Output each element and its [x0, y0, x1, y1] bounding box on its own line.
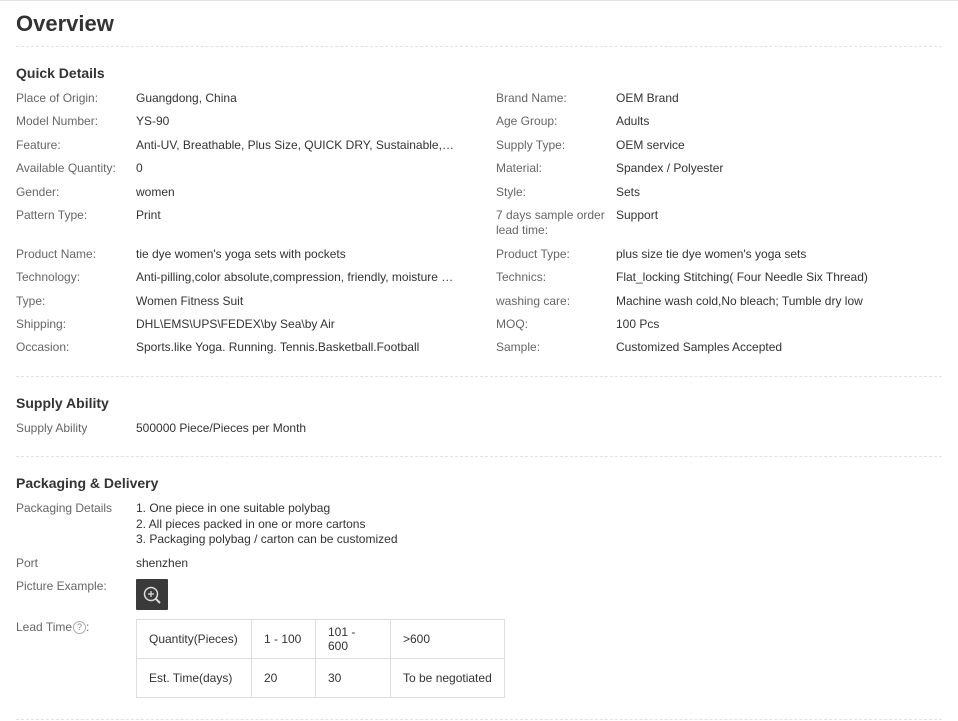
supply-ability-heading: Supply Ability [16, 395, 109, 411]
detail-value: 0 [136, 161, 143, 175]
detail-value: DHL\EMS\UPS\FEDEX\by Sea\by Air [136, 317, 335, 331]
detail-value: plus size tie dye women's yoga sets [616, 247, 807, 261]
detail-value: Customized Samples Accepted [616, 340, 783, 354]
detail-value: Sports.like Yoga. Running. Tennis.Basket… [136, 340, 420, 354]
supply-ability-label: Supply Ability [16, 421, 88, 435]
divider [16, 719, 942, 720]
lead-time-table: Quantity(Pieces) 1 - 100 101 - 600 >600 … [136, 619, 505, 698]
detail-label: Product Type: [496, 247, 570, 261]
divider [16, 456, 942, 457]
detail-value: Flat_locking Stitching( Four Needle Six … [616, 270, 868, 284]
picture-example-thumbnail[interactable] [136, 579, 168, 610]
detail-value: YS-90 [136, 114, 170, 128]
detail-label: Occasion: [16, 340, 70, 354]
detail-value: Women Fitness Suit [136, 294, 244, 308]
table-cell: Est. Time(days) [136, 658, 252, 698]
divider [16, 376, 942, 377]
detail-label: Place of Origin: [16, 91, 99, 105]
detail-label: Shipping: [16, 317, 67, 331]
detail-value: women [136, 185, 175, 199]
port-value: shenzhen [136, 556, 189, 570]
detail-label: Material: [496, 161, 543, 175]
lead-time-label: Lead Time [16, 620, 73, 634]
table-row: Est. Time(days) 20 30 To be negotiated [136, 658, 505, 698]
detail-label: Available Quantity: [16, 161, 116, 175]
divider [16, 46, 942, 47]
question-circle-icon[interactable]: ? [73, 621, 87, 635]
supply-ability-value: 500000 Piece/Pieces per Month [136, 421, 307, 435]
detail-label: Supply Type: [496, 138, 566, 152]
table-cell: >600 [390, 619, 505, 659]
detail-label: Sample: [496, 340, 541, 354]
table-cell: Quantity(Pieces) [136, 619, 252, 659]
detail-label: Feature: [16, 138, 61, 152]
port-label: Port [16, 556, 39, 570]
detail-label: Technics: [496, 270, 547, 284]
table-cell: 101 - 600 [315, 619, 391, 659]
detail-label: Brand Name: [496, 91, 567, 105]
detail-label: Pattern Type: [16, 208, 88, 222]
detail-value: 100 Pcs [616, 317, 660, 331]
detail-value: Anti-pilling,color absolute,compression,… [136, 270, 456, 284]
table-cell: 20 [251, 658, 316, 698]
packaging-details-value: 1. One piece in one suitable polybag 2. … [136, 501, 398, 548]
detail-value: Machine wash cold,No bleach; Tumble dry … [616, 294, 863, 308]
table-cell: To be negotiated [390, 658, 505, 698]
table-row: Quantity(Pieces) 1 - 100 101 - 600 >600 [136, 619, 505, 659]
detail-label: Style: [496, 185, 527, 199]
detail-label: Age Group: [496, 114, 558, 128]
packaging-details-label: Packaging Details [16, 501, 113, 515]
detail-value: Spandex / Polyester [616, 161, 724, 175]
detail-value: Adults [616, 114, 650, 128]
table-cell: 1 - 100 [251, 619, 316, 659]
detail-label: 7 days sample order lead time: [496, 208, 605, 237]
picture-example-label: Picture Example: [16, 579, 107, 593]
detail-label: Gender: [16, 185, 60, 199]
packaging-line: 1. One piece in one suitable polybag [136, 501, 331, 515]
detail-value: Sets [616, 185, 641, 199]
table-cell: 30 [315, 658, 391, 698]
detail-value: Guangdong, China [136, 91, 237, 105]
detail-value: Print [136, 208, 161, 222]
detail-value: Anti-UV, Breathable, Plus Size, QUICK DR… [136, 138, 456, 152]
lead-time-label-wrap: Lead Time?: [16, 620, 90, 635]
detail-label: Model Number: [16, 114, 99, 128]
detail-label: MOQ: [496, 317, 528, 331]
detail-label: Product Name: [16, 247, 97, 261]
detail-value: OEM Brand [616, 91, 679, 105]
detail-label: Technology: [16, 270, 81, 284]
detail-value: tie dye women's yoga sets with pockets [136, 247, 346, 261]
page-title: Overview [16, 11, 114, 36]
quick-details-heading: Quick Details [16, 65, 105, 81]
zoom-in-icon [143, 586, 161, 604]
detail-value: OEM service [616, 138, 685, 152]
product-overview: Overview Quick Details Place of Origin: … [0, 1, 958, 721]
packaging-heading: Packaging & Delivery [16, 475, 159, 491]
detail-label: washing care: [496, 294, 571, 308]
packaging-line: 3. Packaging polybag / carton can be cus… [136, 532, 398, 546]
detail-value: Support [616, 208, 659, 222]
packaging-line: 2. All pieces packed in one or more cart… [136, 516, 366, 531]
detail-label: Type: [16, 294, 46, 308]
